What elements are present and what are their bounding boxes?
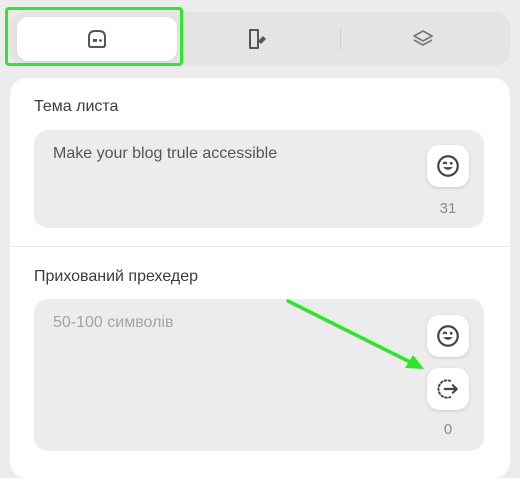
subject-input[interactable]: Make your blog trule accessible — [53, 145, 277, 163]
preheader-input[interactable]: 50-100 символів — [53, 314, 173, 332]
subject-label: Тема листа — [34, 98, 119, 115]
preheader-char-counter: 0 — [443, 421, 453, 438]
layers-icon — [413, 30, 433, 46]
preheader-field[interactable]: 50-100 символів 0 — [34, 299, 484, 451]
tab-email-settings[interactable] — [17, 17, 177, 61]
subject-field[interactable]: Make your blog trule accessible 31 — [34, 130, 484, 228]
section-divider — [10, 246, 510, 247]
mail-card-icon — [88, 30, 106, 48]
tab-layers[interactable] — [343, 17, 503, 61]
dotted-circle-arrow-icon — [437, 379, 458, 399]
insert-variable-button[interactable] — [427, 368, 469, 410]
emoji-button[interactable] — [427, 145, 469, 187]
document-pen-icon — [249, 29, 266, 49]
tab-separator — [340, 28, 341, 50]
tab-bar — [10, 12, 510, 66]
tab-content[interactable] — [177, 17, 337, 61]
settings-panel: Тема листа Make your blog trule accessib… — [10, 78, 510, 478]
emoji-button[interactable] — [427, 315, 469, 357]
emoji-icon — [437, 325, 459, 347]
emoji-icon — [437, 155, 459, 177]
subject-char-counter: 31 — [439, 200, 457, 217]
preheader-label: Прихований прехедер — [34, 268, 199, 285]
